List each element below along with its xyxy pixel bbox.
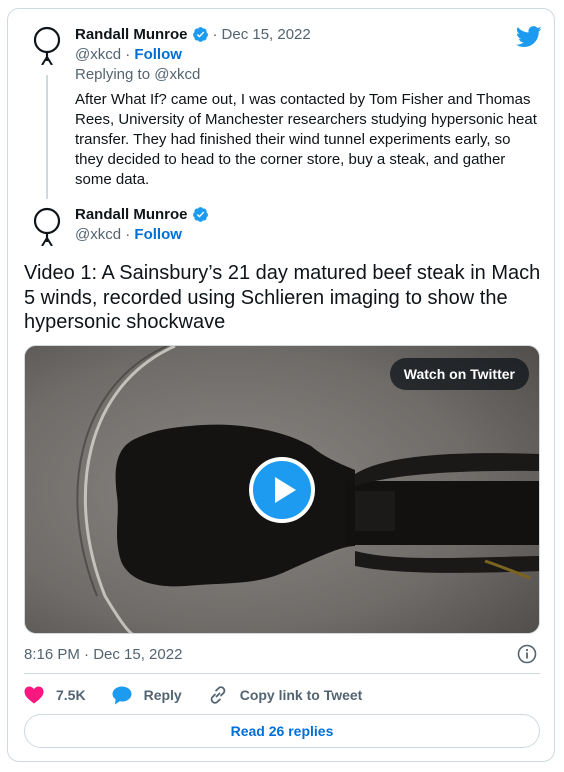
follow-button[interactable]: Follow [134,46,182,63]
handle-row: @xkcd · Follow [75,226,182,243]
main-tweet-text: Video 1: A Sainsbury’s 21 day matured be… [24,262,541,333]
tweet-timestamp[interactable]: 8:16 PM · Dec 15, 2022 [24,646,182,663]
reply-tweet-text: After What If? came out, I was contacted… [75,91,537,188]
thread-connector-line [46,75,48,199]
avatar[interactable] [25,202,69,246]
follow-button[interactable]: Follow [134,226,182,243]
author-handle[interactable]: @xkcd [75,226,121,243]
play-icon[interactable] [249,457,315,523]
like-button[interactable]: 7.5K [24,686,86,704]
verified-badge-icon [192,207,208,222]
separator-dot: · [212,26,218,43]
divider [24,673,540,674]
copy-link-button[interactable]: Copy link to Tweet [208,685,363,705]
handle-row: @xkcd · Follow [75,46,182,63]
heart-icon [24,686,44,704]
verified-badge-icon [192,27,208,42]
author-name[interactable]: Randall Munroe [75,206,188,223]
replying-to-label[interactable]: Replying to @xkcd [75,66,200,83]
tweet-embed-card: Randall Munroe · Dec 15, 2022 @xkcd · Fo… [7,8,555,762]
info-icon[interactable] [517,644,537,664]
author-row: Randall Munroe [75,206,209,223]
watch-on-twitter-button[interactable]: Watch on Twitter [389,358,529,390]
copy-link-label: Copy link to Tweet [239,687,363,703]
author-row: Randall Munroe · Dec 15, 2022 [75,26,311,43]
handle-separator: · [125,226,131,243]
read-replies-button[interactable]: Read 26 replies [24,714,540,748]
author-handle[interactable]: @xkcd [75,46,121,63]
speech-bubble-icon [112,686,132,704]
action-bar: 7.5K Reply Copy link to Tweet [24,684,388,706]
link-icon [210,686,226,704]
video-player[interactable]: Watch on Twitter [24,345,540,634]
reply-label: Reply [143,687,182,703]
avatar[interactable] [25,21,69,65]
handle-separator: · [125,46,131,63]
reply-button[interactable]: Reply [112,686,182,705]
like-count: 7.5K [56,687,86,703]
twitter-bird-icon[interactable] [516,26,542,48]
author-name[interactable]: Randall Munroe [75,26,188,43]
tweet-date[interactable]: Dec 15, 2022 [222,26,311,43]
